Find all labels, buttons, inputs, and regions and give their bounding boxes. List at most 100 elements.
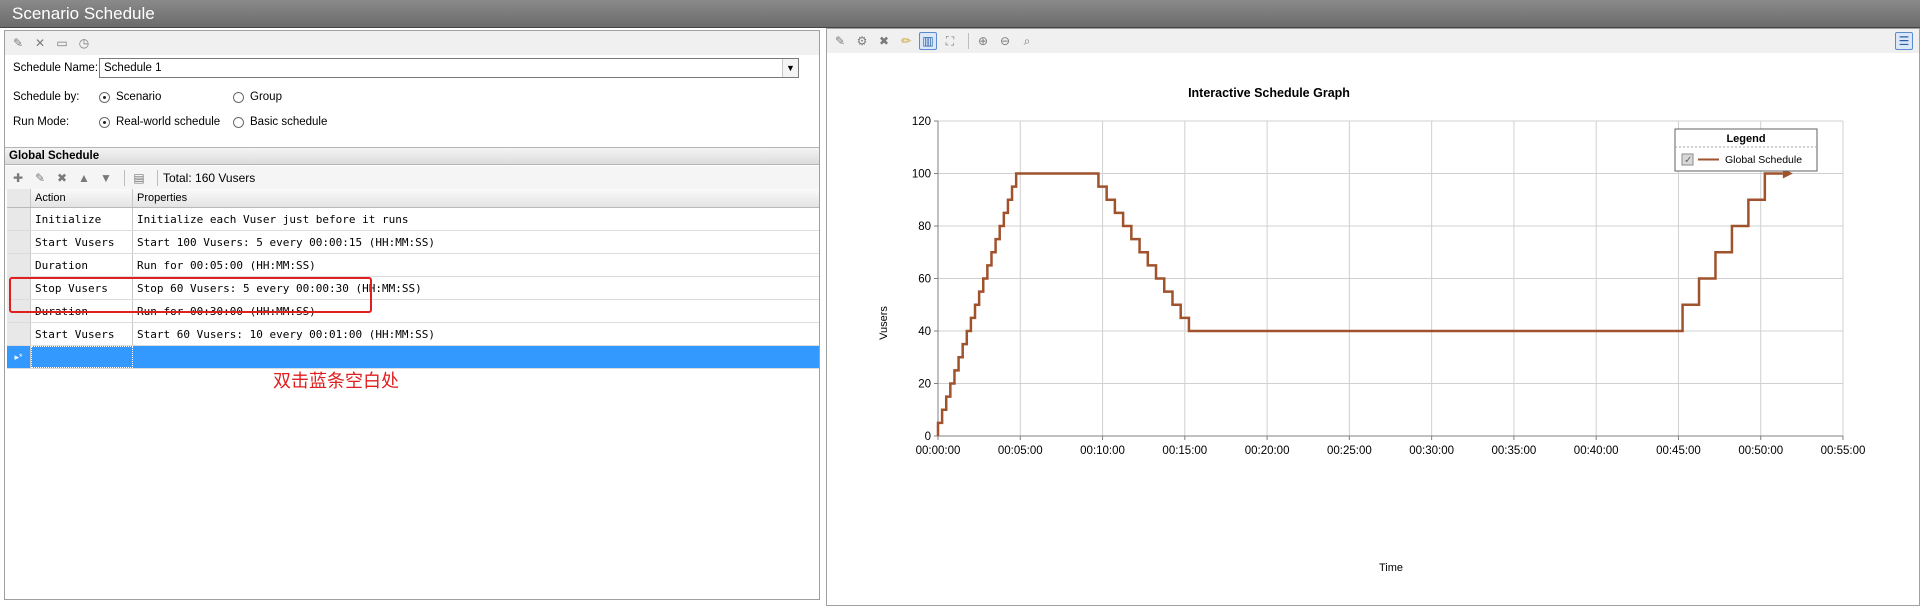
legend-title: Legend (1726, 133, 1765, 145)
y-tick-label: 0 (925, 431, 931, 443)
run-mode-real-world-label: Real-world schedule (116, 116, 221, 128)
action-cell[interactable]: Initialize (31, 208, 133, 230)
split-action-icon[interactable]: ⚙ (853, 32, 871, 50)
properties-cell[interactable]: Run for 00:05:00 (HH:MM:SS) (133, 254, 819, 276)
x-axis-label: Time (1379, 562, 1403, 574)
new-schedule-icon[interactable]: ✎ (9, 34, 27, 52)
rename-icon[interactable]: ▭ (53, 34, 71, 52)
schedule-by-scenario-radio[interactable]: Scenario (99, 91, 233, 103)
x-tick-label: 00:20:00 (1245, 445, 1290, 457)
row-selector[interactable] (7, 254, 31, 276)
fit-view-icon[interactable]: ⛶ (941, 32, 959, 50)
radio-unselected-icon[interactable] (233, 116, 244, 128)
table-row[interactable]: Duration Run for 00:05:00 (HH:MM:SS) (7, 254, 819, 277)
row-selector-header (7, 189, 31, 207)
radio-selected-icon[interactable] (99, 116, 110, 128)
schedule-by-scenario-label: Scenario (116, 91, 162, 103)
run-mode-row: Run Mode: Real-world schedule Basic sche… (13, 111, 327, 133)
properties-cell[interactable]: Start 100 Vusers: 5 every 00:00:15 (HH:M… (133, 231, 819, 253)
remove-action-icon[interactable]: ✖ (53, 169, 71, 187)
radio-selected-icon[interactable] (99, 91, 110, 103)
chart-title: Interactive Schedule Graph (1188, 86, 1350, 100)
table-row[interactable]: Start Vusers Start 100 Vusers: 5 every 0… (7, 231, 819, 254)
window-title: Scenario Schedule (12, 4, 155, 23)
global-schedule-toolbar: ✚ ✎ ✖ ▲ ▼ ▤ Total: 160 Vusers (5, 166, 819, 190)
x-tick-label: 00:40:00 (1574, 445, 1619, 457)
y-tick-label: 20 (918, 379, 931, 391)
row-selector[interactable] (7, 277, 31, 299)
action-cell[interactable]: Start Vusers (31, 231, 133, 253)
x-tick-label: 00:35:00 (1492, 445, 1537, 457)
row-selector[interactable] (7, 231, 31, 253)
run-mode-real-world-radio[interactable]: Real-world schedule (99, 116, 233, 128)
graph-view-icon[interactable]: ▥ (919, 32, 937, 50)
delete-icon[interactable]: ✕ (31, 34, 49, 52)
y-tick-label: 40 (918, 326, 931, 338)
action-cell[interactable]: Duration (31, 254, 133, 276)
schedule-time-icon[interactable]: ◷ (75, 34, 93, 52)
view-details-icon[interactable]: ▤ (130, 169, 148, 187)
edit-action-icon[interactable]: ✎ (831, 32, 849, 50)
schedule-name-select[interactable]: Schedule 1 ▼ (99, 58, 799, 78)
row-selector[interactable] (7, 300, 31, 322)
move-up-icon[interactable]: ▲ (75, 169, 93, 187)
x-tick-label: 00:45:00 (1656, 445, 1701, 457)
new-row-marker[interactable]: ▸* (7, 346, 31, 368)
radio-unselected-icon[interactable] (233, 91, 244, 103)
edit-action-icon[interactable]: ✎ (31, 169, 49, 187)
y-axis-label: Vusers (878, 306, 890, 340)
x-tick-label: 00:10:00 (1080, 445, 1125, 457)
legend-toggle-icon[interactable]: ☰ (1895, 32, 1913, 50)
legend-entry-global-schedule: Global Schedule (1725, 154, 1802, 166)
action-cell[interactable]: Start Vusers (31, 323, 133, 345)
x-tick-label: 00:30:00 (1409, 445, 1454, 457)
schedule-by-label: Schedule by: (13, 91, 80, 103)
column-header-action[interactable]: Action (31, 189, 133, 207)
y-tick-label: 60 (918, 274, 931, 286)
delete-action-icon[interactable]: ✖ (875, 32, 893, 50)
add-action-icon[interactable]: ✚ (9, 169, 27, 187)
chevron-down-icon[interactable]: ▼ (782, 59, 798, 77)
graph-toolbar: ✎ ⚙ ✖ ✏ ▥ ⛶ ⊕ ⊖ ⌕ ☰ (827, 29, 1919, 53)
table-row[interactable]: Initialize Initialize each Vuser just be… (7, 208, 819, 231)
window-title-bar: Scenario Schedule (0, 0, 1920, 28)
schedule-by-group-label: Group (250, 91, 282, 103)
x-tick-label: 00:25:00 (1327, 445, 1372, 457)
x-axis-ticks: 00:00:00 00:05:00 00:10:00 00:15:00 00:20:00… (916, 436, 1865, 457)
x-tick-label: 00:15:00 (1162, 445, 1207, 457)
y-tick-label: 120 (912, 116, 931, 128)
toolbar-separator (124, 170, 125, 186)
properties-cell[interactable]: Initialize each Vuser just before it run… (133, 208, 819, 230)
table-row[interactable]: Stop Vusers Stop 60 Vusers: 5 every 00:0… (7, 277, 819, 300)
properties-cell[interactable]: Stop 60 Vusers: 5 every 00:00:30 (HH:MM:… (133, 277, 819, 299)
new-row-action-cell[interactable] (31, 346, 133, 368)
table-row[interactable]: Start Vusers Start 60 Vusers: 10 every 0… (7, 323, 819, 346)
schedule-graph[interactable]: Interactive Schedule Graph 00:00:00 00:05… (827, 53, 1917, 603)
properties-cell[interactable]: Start 60 Vusers: 10 every 00:01:00 (HH:M… (133, 323, 819, 345)
schedule-definition-panel: ✎ ✕ ▭ ◷ Schedule Name: Schedule 1 ▼ Sche… (4, 30, 820, 600)
schedule-by-group-radio[interactable]: Group (233, 91, 282, 103)
row-selector[interactable] (7, 323, 31, 345)
move-down-icon[interactable]: ▼ (97, 169, 115, 187)
run-mode-basic-radio[interactable]: Basic schedule (233, 116, 327, 128)
row-selector[interactable] (7, 208, 31, 230)
schedule-name-row: Schedule Name: Schedule 1 ▼ (13, 57, 799, 79)
pencil-icon[interactable]: ✏ (897, 32, 915, 50)
zoom-in-icon[interactable]: ⊕ (974, 32, 992, 50)
action-cell[interactable]: Duration (31, 300, 133, 322)
schedule-name-value: Schedule 1 (104, 62, 162, 74)
new-row[interactable]: ▸* (7, 346, 819, 369)
run-mode-label: Run Mode: (13, 116, 70, 128)
action-cell[interactable]: Stop Vusers (31, 277, 133, 299)
table-row[interactable]: Duration Run for 00:30:00 (HH:MM:SS) (7, 300, 819, 323)
properties-cell[interactable]: Run for 00:30:00 (HH:MM:SS) (133, 300, 819, 322)
zoom-reset-icon[interactable]: ⌕ (1018, 32, 1036, 50)
toolbar-separator (157, 170, 158, 186)
series-line-global-schedule[interactable] (936, 172, 1783, 437)
zoom-out-icon[interactable]: ⊖ (996, 32, 1014, 50)
schedule-name-label: Schedule Name: (13, 62, 99, 74)
new-row-properties-cell[interactable] (133, 346, 819, 368)
column-header-properties[interactable]: Properties (133, 189, 819, 207)
schedule-graph-panel: ✎ ⚙ ✖ ✏ ▥ ⛶ ⊕ ⊖ ⌕ ☰ Interactive Schedule… (826, 28, 1920, 606)
check-icon: ✓ (1684, 155, 1692, 166)
